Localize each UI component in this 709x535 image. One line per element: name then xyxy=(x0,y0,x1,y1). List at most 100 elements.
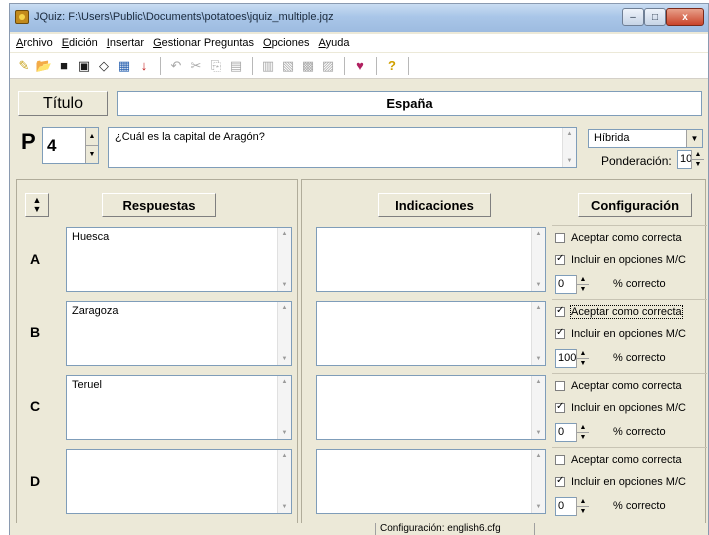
accept-correct-checkbox[interactable]: Aceptar como correcta xyxy=(555,232,682,244)
scroll-down-icon[interactable]: ▼ xyxy=(282,504,288,510)
answer-input[interactable]: Huesca ▲ ▼ xyxy=(66,227,292,292)
spin-up-icon[interactable]: ▲ xyxy=(577,497,589,506)
scroll-up-icon[interactable]: ▲ xyxy=(282,231,288,237)
scroll-up-icon[interactable]: ▲ xyxy=(282,305,288,311)
accept-correct-checkbox[interactable]: Aceptar como correcta xyxy=(555,380,682,392)
scroll-up-icon[interactable]: ▲ xyxy=(536,453,542,459)
spin-up-icon[interactable]: ▲ xyxy=(577,275,589,284)
scroll-up-icon[interactable]: ▲ xyxy=(536,231,542,237)
question-number-spin[interactable]: ▲ ▼ xyxy=(85,128,98,163)
spin-down-icon[interactable]: ▼ xyxy=(577,358,589,368)
percent-spin[interactable]: ▲ ▼ xyxy=(576,275,589,294)
menu-edicion[interactable]: Edición xyxy=(62,37,98,49)
include-mc-checkbox[interactable]: Incluir en opciones M/C xyxy=(555,327,686,340)
scroll-down-icon[interactable]: ▼ xyxy=(282,356,288,362)
accept-correct-checkbox[interactable]: Aceptar como correcta xyxy=(555,305,683,319)
answer-scrollbar[interactable]: ▲ ▼ xyxy=(277,228,291,291)
include-mc-checkbox[interactable]: Incluir en opciones M/C xyxy=(555,253,686,266)
insert-down-icon[interactable]: ↓ xyxy=(136,58,152,74)
indicaciones-header-button[interactable]: Indicaciones xyxy=(378,193,491,217)
include-mc-checkbox[interactable]: Incluir en opciones M/C xyxy=(555,475,686,488)
feedback-scrollbar[interactable]: ▲ ▼ xyxy=(531,450,545,513)
scroll-down-icon[interactable]: ▼ xyxy=(567,158,573,164)
spin-down-icon[interactable]: ▼ xyxy=(577,284,589,294)
spin-down-icon[interactable]: ▼ xyxy=(577,432,589,442)
feedback-input[interactable]: ▲ ▼ xyxy=(316,301,546,366)
menu-insertar[interactable]: Insertar xyxy=(107,37,144,49)
answer-scrollbar[interactable]: ▲ ▼ xyxy=(277,376,291,439)
titulo-button[interactable]: Título xyxy=(18,91,108,116)
paste-icon[interactable]: ▤ xyxy=(228,58,244,74)
scroll-down-icon[interactable]: ▼ xyxy=(536,430,542,436)
percent-spin[interactable]: ▲ ▼ xyxy=(576,497,589,516)
cut-icon[interactable]: ✂ xyxy=(188,58,204,74)
feedback-scrollbar[interactable]: ▲ ▼ xyxy=(531,376,545,439)
menu-ayuda[interactable]: Ayuda xyxy=(318,37,349,49)
answer-input[interactable]: Teruel ▲ ▼ xyxy=(66,375,292,440)
reorder-answers-button[interactable]: ▲ ▼ xyxy=(25,193,49,217)
jquiz-app-icon[interactable] xyxy=(15,10,29,24)
question-type-select[interactable]: Híbrida ▼ xyxy=(588,129,703,148)
accept-correct-checkbox[interactable]: Aceptar como correcta xyxy=(555,454,682,466)
spin-up-icon[interactable]: ▲ xyxy=(86,128,98,145)
question-scrollbar[interactable]: ▲ ▼ xyxy=(562,128,576,167)
new-file-icon[interactable]: ✎ xyxy=(16,58,32,74)
scroll-down-icon[interactable]: ▼ xyxy=(536,356,542,362)
undo-icon[interactable]: ↶ xyxy=(168,58,184,74)
titulo-input[interactable]: España xyxy=(117,91,702,116)
tool-1-icon[interactable]: ▥ xyxy=(260,58,276,74)
tool-4-icon[interactable]: ▨ xyxy=(320,58,336,74)
scroll-up-icon[interactable]: ▲ xyxy=(282,379,288,385)
spin-down-icon[interactable]: ▼ xyxy=(86,145,98,163)
save-icon[interactable]: ■ xyxy=(56,58,72,74)
menu-gestionar-preguntas[interactable]: Gestionar Preguntas xyxy=(153,37,254,49)
question-text-input[interactable]: ¿Cuál es la capital de Aragón? ▲ ▼ xyxy=(108,127,577,168)
answer-scrollbar[interactable]: ▲ ▼ xyxy=(277,302,291,365)
feedback-input[interactable]: ▲ ▼ xyxy=(316,227,546,292)
percent-spin[interactable]: ▲ ▼ xyxy=(576,423,589,442)
feedback-input[interactable]: ▲ ▼ xyxy=(316,449,546,514)
percent-correct-stepper[interactable]: 0 ▲ ▼ xyxy=(555,275,589,294)
scroll-down-icon[interactable]: ▼ xyxy=(536,504,542,510)
hot-potatoes-icon[interactable]: ♥ xyxy=(352,58,368,74)
ponderacion-spin[interactable]: ▲ ▼ xyxy=(691,150,704,169)
tool-2-icon[interactable]: ▧ xyxy=(280,58,296,74)
percent-correct-stepper[interactable]: 0 ▲ ▼ xyxy=(555,423,589,442)
chevron-down-icon[interactable]: ▼ xyxy=(686,130,702,147)
spin-down-icon[interactable]: ▼ xyxy=(577,506,589,516)
percent-correct-stepper[interactable]: 100 ▲ ▼ xyxy=(555,349,589,368)
feedback-input[interactable]: ▲ ▼ xyxy=(316,375,546,440)
spin-down-icon[interactable]: ▼ xyxy=(692,159,704,169)
web-export-icon[interactable]: ▦ xyxy=(116,58,132,74)
feedback-scrollbar[interactable]: ▲ ▼ xyxy=(531,302,545,365)
answer-input[interactable]: Zaragoza ▲ ▼ xyxy=(66,301,292,366)
scroll-down-icon[interactable]: ▼ xyxy=(536,282,542,288)
spin-up-icon[interactable]: ▲ xyxy=(577,423,589,432)
maximize-button[interactable]: □ xyxy=(644,8,666,26)
scroll-up-icon[interactable]: ▲ xyxy=(567,131,573,137)
feedback-scrollbar[interactable]: ▲ ▼ xyxy=(531,228,545,291)
menu-opciones[interactable]: Opciones xyxy=(263,37,309,49)
scroll-up-icon[interactable]: ▲ xyxy=(536,305,542,311)
include-mc-checkbox[interactable]: Incluir en opciones M/C xyxy=(555,401,686,414)
percent-correct-stepper[interactable]: 0 ▲ ▼ xyxy=(555,497,589,516)
respuestas-header-button[interactable]: Respuestas xyxy=(102,193,216,217)
scroll-up-icon[interactable]: ▲ xyxy=(536,379,542,385)
scroll-up-icon[interactable]: ▲ xyxy=(282,453,288,459)
configuracion-header-button[interactable]: Configuración xyxy=(578,193,692,217)
open-folder-icon[interactable]: 📂 xyxy=(36,58,52,74)
spin-up-icon[interactable]: ▲ xyxy=(577,349,589,358)
save-as-icon[interactable]: ▣ xyxy=(76,58,92,74)
close-button[interactable]: x xyxy=(666,8,704,26)
scroll-down-icon[interactable]: ▼ xyxy=(282,282,288,288)
spin-up-icon[interactable]: ▲ xyxy=(692,150,704,159)
menu-archivo[interactable]: Archivo xyxy=(16,37,53,49)
answer-input[interactable]: ▲ ▼ xyxy=(66,449,292,514)
title-bar[interactable]: JQuiz: F:\Users\Public\Documents\potatoe… xyxy=(10,4,708,32)
question-number-stepper[interactable]: 4 ▲ ▼ xyxy=(42,127,99,164)
minimize-button[interactable]: – xyxy=(622,8,644,26)
ponderacion-stepper[interactable]: 100 ▲ ▼ xyxy=(677,150,704,169)
copy-icon[interactable]: ⎘ xyxy=(208,58,224,74)
answer-scrollbar[interactable]: ▲ ▼ xyxy=(277,450,291,513)
scroll-down-icon[interactable]: ▼ xyxy=(282,430,288,436)
